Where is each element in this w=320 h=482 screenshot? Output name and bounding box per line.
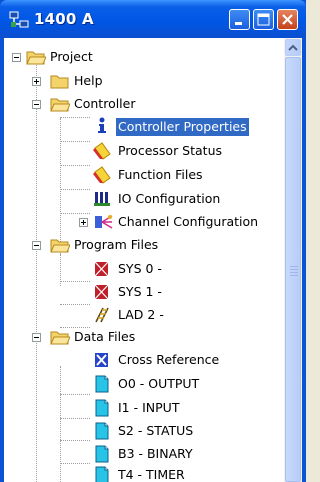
tree-label: Cross Reference [118,352,220,367]
folder-open-icon [26,51,46,65]
tree-connector [60,418,90,419]
folder-open-icon [50,98,70,112]
tree-node-program-files[interactable]: Program Files [4,236,284,254]
cross-reference-icon [95,353,108,367]
tree-connector [60,118,61,254]
data-file-icon [95,445,109,463]
tree-label: SYS 0 - [118,261,162,276]
ladder-program-icon [95,307,109,323]
tree-label: Data Files [74,329,136,344]
tree-node-help[interactable]: Help [4,72,284,90]
folder-icon [50,75,69,89]
scroll-up-button[interactable] [285,39,301,56]
channel-configuration-icon [95,215,113,229]
tree-label: Function Files [118,167,203,182]
processor-status-icon [93,142,111,160]
tree-node-data-files[interactable]: Data Files [4,328,284,346]
thumb-grip [290,269,298,270]
network-app-icon [9,11,29,28]
folder-open-icon [50,331,70,345]
thumb-grip [290,266,298,267]
tree-node-lad2[interactable]: LAD 2 - [4,306,284,324]
tree-node-cross-reference[interactable]: Cross Reference [4,351,284,369]
close-button[interactable] [277,9,298,30]
title-bar[interactable]: 1400 A [0,0,306,38]
tree-connector [60,440,90,441]
function-files-icon [93,166,111,184]
tree-node-b3-binary[interactable]: B3 - BINARY [4,445,284,463]
tree-label: SYS 1 - [118,284,162,299]
data-file-icon [95,399,109,417]
tree-node-sys1[interactable]: SYS 1 - [4,283,284,301]
data-file-icon [95,422,109,440]
folder-open-icon [50,239,70,253]
collapse-toggle[interactable] [32,100,41,109]
minimize-icon [235,22,242,25]
tree-node-sys0[interactable]: SYS 0 - [4,260,284,278]
io-configuration-icon [94,192,110,206]
tree-node-project[interactable]: Project [4,48,284,66]
project-tree[interactable]: Project Help Controller Controller Prope… [4,38,284,482]
tree-node-s2-status[interactable]: S2 - STATUS [4,422,284,440]
data-file-icon [95,466,109,482]
expand-toggle[interactable] [32,77,41,86]
collapse-toggle[interactable] [32,333,41,342]
tree-label: LAD 2 - [118,307,164,322]
tree-node-o0-output[interactable]: O0 - OUTPUT [4,375,284,393]
tree-label: Project [50,49,93,64]
tree-label: S2 - STATUS [118,423,194,438]
close-icon [282,14,293,25]
tree-connector [60,304,90,305]
tree-node-channel-configuration[interactable]: Channel Configuration [4,213,284,231]
tree-label: Controller Properties [116,118,249,136]
system-program-icon [94,284,109,300]
window-title: 1400 A [34,10,94,28]
app-window: 1400 A Project Help Controller Controlle… [0,0,306,482]
tree-label: I1 - INPUT [118,400,180,415]
info-icon [98,117,106,133]
collapse-toggle[interactable] [32,241,41,250]
client-area: Project Help Controller Controller Prope… [4,38,302,482]
tree-label: B3 - BINARY [118,446,193,461]
tree-node-processor-status[interactable]: Processor Status [4,142,284,160]
chevron-up-icon [288,44,298,51]
tree-label: Help [74,73,103,88]
tree-label: Processor Status [118,143,223,158]
collapse-toggle[interactable] [12,53,21,62]
tree-node-i1-input[interactable]: I1 - INPUT [4,399,284,417]
minimize-button[interactable] [229,9,250,30]
tree-label: O0 - OUTPUT [118,376,200,391]
tree-node-t4-timer[interactable]: T4 - TIMER [4,466,284,482]
tree-label: T4 - TIMER [118,467,185,482]
system-program-icon [94,261,109,277]
tree-connector [60,394,90,395]
tree-label: Channel Configuration [118,214,259,229]
maximize-button[interactable] [253,9,274,30]
thumb-grip [290,275,298,276]
maximize-icon [257,13,270,26]
data-file-icon [95,375,109,393]
tree-node-io-configuration[interactable]: IO Configuration [4,190,284,208]
tree-connector [60,463,90,464]
tree-node-function-files[interactable]: Function Files [4,166,284,184]
tree-node-controller-properties[interactable]: Controller Properties [4,117,284,136]
tree-label: Controller [74,96,136,111]
tree-connector [60,281,90,282]
tree-node-controller[interactable]: Controller [4,95,284,113]
tree-label: IO Configuration [118,191,221,206]
vertical-scrollbar[interactable] [284,38,302,482]
tree-label: Program Files [74,237,159,252]
scroll-thumb[interactable] [285,57,301,482]
expand-toggle[interactable] [79,218,88,227]
thumb-grip [290,272,298,273]
